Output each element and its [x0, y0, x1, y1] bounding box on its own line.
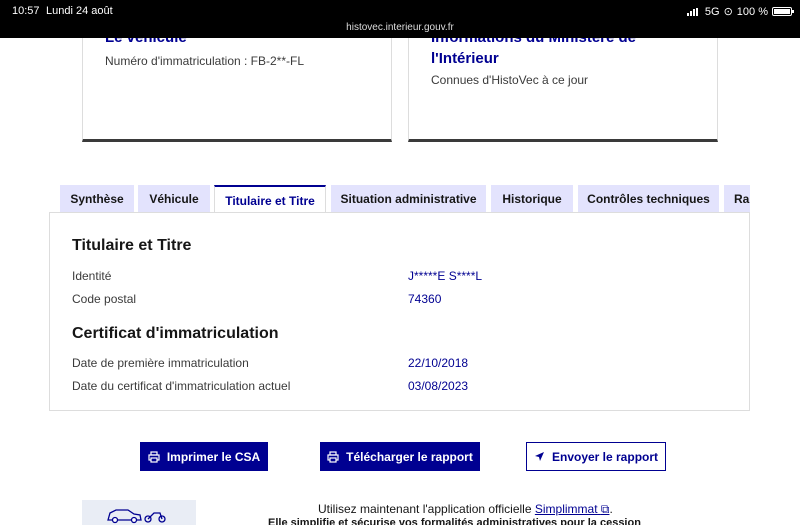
- ministry-card: Informations du Ministère de l'Intérieur…: [408, 38, 718, 142]
- holder-heading: Titulaire et Titre: [72, 237, 192, 254]
- network-label: 5G: [704, 5, 720, 18]
- promo-suffix: .: [609, 502, 613, 516]
- battery-percent: 100 %: [736, 5, 768, 18]
- tab-historique[interactable]: Historique: [491, 185, 573, 213]
- promo-description: Elle simplifie et sécurise vos formalité…: [268, 517, 641, 525]
- certificate-heading: Certificat d'immatriculation: [72, 325, 279, 342]
- report-tabs: Synthèse Véhicule Titulaire et Titre Sit…: [60, 185, 750, 213]
- identity-label: Identité: [72, 269, 112, 283]
- battery-icon: [772, 7, 794, 16]
- orientation-lock-icon: ⊙: [723, 6, 733, 18]
- printer-icon: [327, 450, 339, 463]
- print-csa-label: Imprimer le CSA: [166, 449, 261, 464]
- identity-value: J*****E S****L: [408, 269, 483, 283]
- status-bar: 10:57 Lundi 24 août 5G ⊙ 100 % histovec.…: [0, 0, 800, 38]
- send-report-button[interactable]: Envoyer le rapport: [526, 442, 666, 471]
- tab-situation-administrative[interactable]: Situation administrative: [331, 185, 486, 213]
- ministry-card-text: Connues d'HistoVec à ce jour: [431, 73, 589, 87]
- tab-vehicule[interactable]: Véhicule: [138, 185, 210, 213]
- simplimmat-promo: Utilisez maintenant l'application offici…: [318, 502, 613, 517]
- download-report-button[interactable]: Télécharger le rapport: [320, 442, 480, 471]
- tab-synthese[interactable]: Synthèse: [60, 185, 134, 213]
- current-certificate-value: 03/08/2023: [408, 379, 469, 393]
- simplimmat-link[interactable]: Simplimmat ⧉: [535, 502, 610, 516]
- vehicle-card-title: Le véhicule: [105, 38, 187, 48]
- vehicles-illustration: [82, 500, 196, 525]
- status-date: Lundi 24 août: [46, 5, 113, 17]
- postal-code-value: 74360: [408, 292, 442, 306]
- url-bar[interactable]: histovec.interieur.gouv.fr: [0, 22, 800, 33]
- simplimmat-link-label: Simplimmat: [534, 502, 598, 516]
- promo-text: Utilisez maintenant l'application offici…: [318, 502, 532, 516]
- send-report-label: Envoyer le rapport: [551, 449, 659, 464]
- tab-controles-techniques[interactable]: Contrôles techniques: [578, 185, 719, 213]
- tab-rapport[interactable]: Rap: [724, 185, 750, 213]
- first-registration-label: Date de première immatriculation: [72, 356, 249, 370]
- first-registration-value: 22/10/2018: [408, 356, 469, 370]
- registration-number: Numéro d'immatriculation : FB-2**-FL: [105, 54, 305, 68]
- postal-code-label: Code postal: [72, 292, 137, 306]
- status-time: 10:57: [12, 5, 40, 17]
- tab-titulaire-et-titre[interactable]: Titulaire et Titre: [214, 185, 326, 213]
- signal-icon: [686, 7, 698, 16]
- vehicle-card: Le véhicule Numéro d'immatriculation : F…: [82, 38, 392, 142]
- printer-icon: [148, 450, 160, 463]
- download-report-label: Télécharger le rapport: [346, 449, 473, 464]
- holder-panel: Titulaire et Titre Identité J*****E S***…: [49, 212, 750, 411]
- send-arrow-icon: [534, 452, 544, 461]
- current-certificate-label: Date du certificat d'immatriculation act…: [72, 379, 291, 393]
- status-indicators: 5G ⊙ 100 %: [686, 5, 768, 18]
- print-csa-button[interactable]: Imprimer le CSA: [140, 442, 268, 471]
- ministry-card-title: Informations du Ministère de l'Intérieur: [431, 38, 636, 67]
